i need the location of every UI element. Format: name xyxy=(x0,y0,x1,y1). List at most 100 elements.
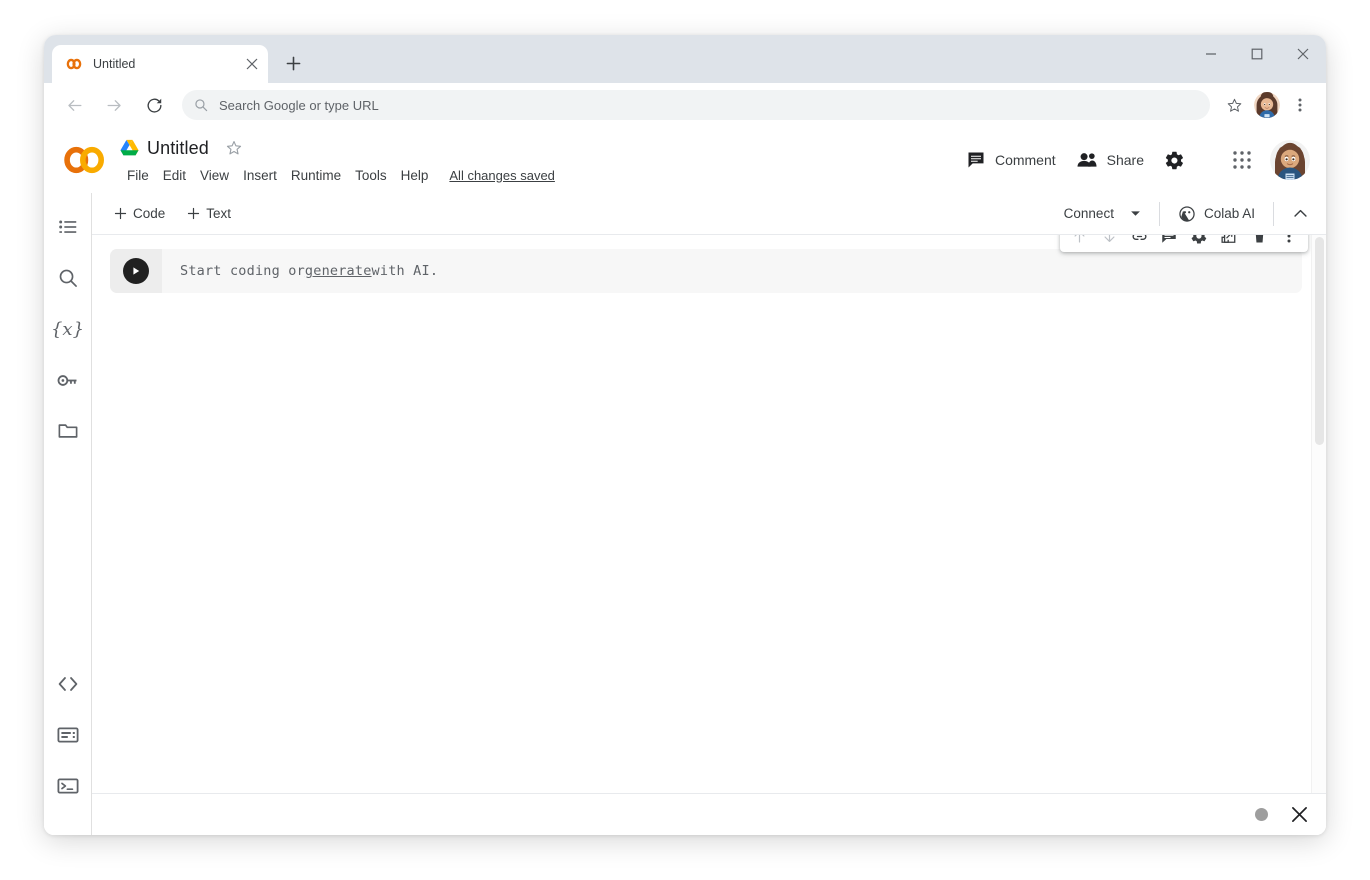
add-code-cell-button[interactable]: Code xyxy=(106,202,173,225)
link-icon xyxy=(1130,235,1149,246)
menu-view[interactable]: View xyxy=(193,166,236,185)
menu-insert[interactable]: Insert xyxy=(236,166,284,185)
menu-tools[interactable]: Tools xyxy=(348,166,394,185)
add-text-cell-button[interactable]: Text xyxy=(179,202,239,225)
arrow-down-icon xyxy=(1101,235,1118,245)
cell-placeholder-prefix: Start coding or xyxy=(180,263,305,279)
open-in-new-icon xyxy=(1220,235,1238,245)
sidebar-item-secrets[interactable] xyxy=(48,360,88,400)
gear-icon[interactable] xyxy=(1154,140,1194,180)
gear-icon xyxy=(1190,235,1208,245)
comment-button[interactable]: Comment xyxy=(956,142,1066,178)
profile-avatar[interactable] xyxy=(1254,92,1280,118)
comment-icon xyxy=(1160,235,1178,245)
arrow-up-icon xyxy=(1071,235,1088,245)
chevron-up-icon[interactable] xyxy=(1284,198,1316,230)
account-avatar[interactable] xyxy=(1270,140,1310,180)
cell-editor[interactable]: Start coding or generate with AI. xyxy=(162,249,1302,293)
move-cell-down-button[interactable] xyxy=(1094,235,1124,250)
notebook-canvas: Start coding or generate with AI. xyxy=(92,235,1326,835)
page-title[interactable]: Untitled xyxy=(147,138,209,159)
maximize-icon[interactable] xyxy=(1234,35,1280,73)
notebook-scrollbar[interactable] xyxy=(1311,235,1326,835)
key-icon xyxy=(56,369,79,392)
cell-run-gutter xyxy=(110,249,162,293)
left-sidebar: {x} xyxy=(44,193,92,835)
code-cell[interactable]: Start coding or generate with AI. xyxy=(110,249,1302,293)
menu-edit[interactable]: Edit xyxy=(156,166,193,185)
browser-tab-strip: Untitled xyxy=(44,35,1326,83)
copy-cell-link-button[interactable] xyxy=(1124,235,1154,250)
notebook-cell: Start coding or generate with AI. xyxy=(110,249,1312,293)
mirror-cell-button[interactable] xyxy=(1214,235,1244,250)
sidebar-item-variables[interactable]: {x} xyxy=(48,309,88,349)
move-cell-up-button[interactable] xyxy=(1064,235,1094,250)
forward-arrow-icon[interactable] xyxy=(99,90,129,120)
star-outline-icon[interactable] xyxy=(223,137,245,159)
address-bar[interactable]: Search Google or type URL xyxy=(182,90,1210,120)
star-icon[interactable] xyxy=(1220,91,1248,119)
add-comment-button[interactable] xyxy=(1154,235,1184,250)
variables-icon: {x} xyxy=(51,319,84,340)
save-status[interactable]: All changes saved xyxy=(449,168,555,183)
document-title-block: Untitled File Edit View Insert Runtime T… xyxy=(120,134,555,186)
new-tab-button[interactable] xyxy=(278,48,308,78)
back-arrow-icon[interactable] xyxy=(59,90,89,120)
code-brackets-icon xyxy=(56,672,80,696)
plus-icon xyxy=(114,207,127,220)
minimize-icon[interactable] xyxy=(1188,35,1234,73)
colab-application: Untitled File Edit View Insert Runtime T… xyxy=(44,127,1326,835)
browser-toolbar: Search Google or type URL xyxy=(44,83,1326,127)
run-cell-button[interactable] xyxy=(123,258,149,284)
colab-menu-bar: File Edit View Insert Runtime Tools Help… xyxy=(120,164,555,186)
apps-grid-icon[interactable] xyxy=(1222,140,1262,180)
browser-tab[interactable]: Untitled xyxy=(52,45,268,83)
sidebar-item-code-snippets[interactable] xyxy=(48,664,88,704)
share-button[interactable]: Share xyxy=(1066,142,1154,178)
sidebar-item-terminal[interactable] xyxy=(48,766,88,806)
command-palette-icon xyxy=(56,723,80,747)
cell-settings-button[interactable] xyxy=(1184,235,1214,250)
toolbar-divider xyxy=(1273,202,1274,226)
sidebar-item-table-of-contents[interactable] xyxy=(48,207,88,247)
colab-icon xyxy=(65,55,83,73)
search-icon xyxy=(194,98,208,112)
menu-file[interactable]: File xyxy=(120,166,156,185)
status-bar xyxy=(92,793,1326,835)
more-cell-actions-button[interactable] xyxy=(1274,235,1304,250)
list-icon xyxy=(57,216,79,238)
sidebar-item-files[interactable] xyxy=(48,411,88,451)
toolbar-divider xyxy=(1159,202,1160,226)
generate-with-ai-link[interactable]: generate xyxy=(305,263,372,279)
more-vert-icon[interactable] xyxy=(1286,91,1314,119)
trash-icon xyxy=(1251,235,1268,245)
notebook-main-area: Code Text Connect xyxy=(92,193,1326,835)
browser-window: Untitled xyxy=(44,35,1326,835)
caret-down-icon xyxy=(1130,210,1141,217)
search-icon xyxy=(57,267,79,289)
colab-body: {x} xyxy=(44,193,1326,835)
reload-icon[interactable] xyxy=(139,90,169,120)
add-text-label: Text xyxy=(206,206,231,221)
colab-logo[interactable] xyxy=(62,143,108,177)
comment-icon xyxy=(966,150,986,170)
colab-ai-label: Colab AI xyxy=(1204,206,1255,221)
close-icon[interactable] xyxy=(1280,35,1326,73)
colab-ai-button[interactable]: Colab AI xyxy=(1170,199,1263,229)
delete-cell-button[interactable] xyxy=(1244,235,1274,250)
connect-button[interactable]: Connect xyxy=(1056,200,1149,227)
scrollbar-thumb[interactable] xyxy=(1315,237,1324,445)
window-controls xyxy=(1188,35,1326,73)
colab-ai-icon xyxy=(1178,205,1196,223)
run-icon xyxy=(130,265,142,277)
menu-help[interactable]: Help xyxy=(394,166,436,185)
menu-runtime[interactable]: Runtime xyxy=(284,166,348,185)
share-label: Share xyxy=(1107,152,1144,168)
connect-label: Connect xyxy=(1064,206,1114,221)
address-bar-placeholder: Search Google or type URL xyxy=(219,98,379,113)
sidebar-item-find-and-replace[interactable] xyxy=(48,258,88,298)
close-icon[interactable] xyxy=(242,54,262,74)
close-icon[interactable] xyxy=(1288,804,1310,826)
notebook-toolbar: Code Text Connect xyxy=(92,193,1326,235)
sidebar-item-command-palette[interactable] xyxy=(48,715,88,755)
